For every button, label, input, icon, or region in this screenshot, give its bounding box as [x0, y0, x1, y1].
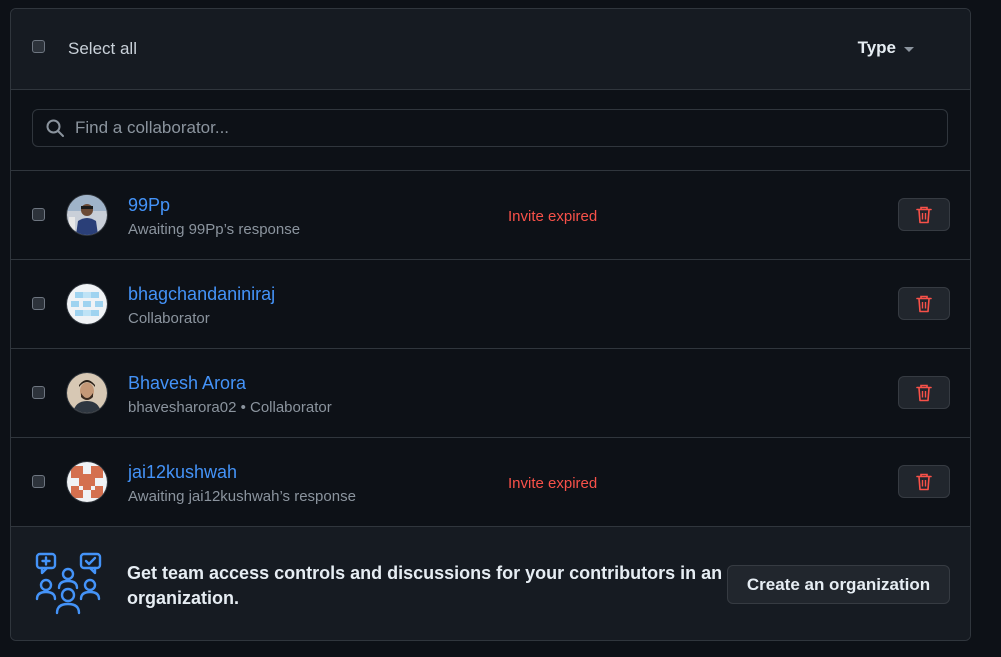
chevron-down-icon	[904, 46, 914, 52]
collaborator-name[interactable]: bhagchandaniniraj	[128, 284, 275, 305]
identicon-orange-avatar	[67, 462, 107, 502]
delete-button[interactable]	[898, 465, 950, 498]
collaborator-row: 99Pp Awaiting 99Pp’s response Invite exp…	[11, 171, 970, 260]
invite-status: Invite expired	[508, 208, 598, 225]
collaborators-panel: Select all Type 99Pp	[10, 8, 971, 641]
collaborator-subtitle: Awaiting jai12kushwah’s response	[128, 488, 356, 505]
team-discussion-icon	[35, 552, 102, 615]
collaborator-subtitle: Collaborator	[128, 310, 210, 327]
search-icon	[46, 119, 64, 137]
search-box[interactable]	[32, 109, 948, 147]
row-checkbox[interactable]	[32, 386, 45, 399]
collaborator-name[interactable]: Bhavesh Arora	[128, 373, 246, 394]
trash-icon	[916, 295, 932, 312]
delete-button[interactable]	[898, 287, 950, 320]
search-area	[11, 90, 970, 171]
type-filter-dropdown[interactable]: Type	[858, 38, 914, 58]
identicon-blue-avatar	[67, 284, 107, 324]
collaborator-row: Bhavesh Arora bhavesharora02 • Collabora…	[11, 349, 970, 438]
create-organization-button[interactable]: Create an organization	[727, 565, 950, 604]
trash-icon	[916, 473, 932, 490]
row-checkbox[interactable]	[32, 208, 45, 221]
collaborator-row: jai12kushwah Awaiting jai12kushwah’s res…	[11, 438, 970, 527]
list-header: Select all Type	[11, 9, 970, 90]
trash-icon	[916, 206, 932, 223]
search-input[interactable]	[73, 117, 897, 139]
trash-icon	[916, 384, 932, 401]
select-all-checkbox[interactable]	[32, 40, 45, 53]
delete-button[interactable]	[898, 376, 950, 409]
collaborator-subtitle: bhavesharora02 • Collaborator	[128, 399, 332, 416]
row-checkbox[interactable]	[32, 475, 45, 488]
user-photo-avatar	[67, 195, 107, 235]
invite-status: Invite expired	[508, 475, 598, 492]
row-checkbox[interactable]	[32, 297, 45, 310]
type-filter-label: Type	[857, 38, 896, 57]
collaborator-name[interactable]: jai12kushwah	[128, 462, 237, 483]
collaborator-row: bhagchandaniniraj Collaborator	[11, 260, 970, 349]
user-photo-avatar	[67, 373, 107, 413]
collaborator-name[interactable]: 99Pp	[128, 195, 170, 216]
organization-promo: Get team access controls and discussions…	[11, 527, 970, 640]
select-all-label[interactable]: Select all	[68, 39, 137, 59]
promo-text: Get team access controls and discussions…	[127, 563, 723, 608]
delete-button[interactable]	[898, 198, 950, 231]
collaborator-subtitle: Awaiting 99Pp’s response	[128, 221, 301, 238]
